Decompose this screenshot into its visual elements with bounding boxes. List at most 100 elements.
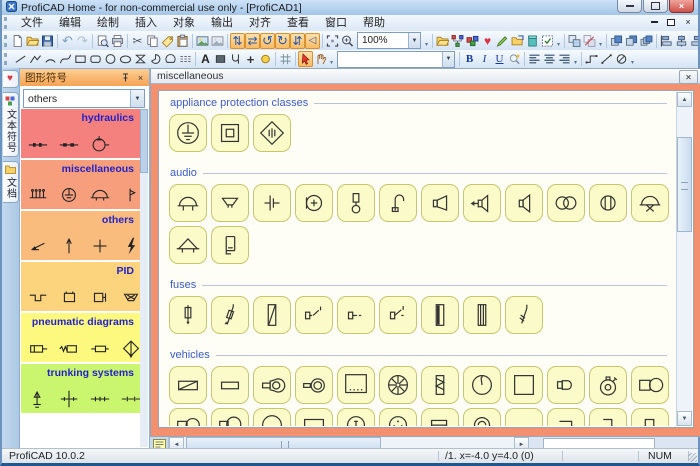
earth-terminal-icon[interactable]	[58, 184, 80, 206]
symbol-button-tank-circle[interactable]	[631, 366, 669, 404]
arrow-up-icon[interactable]	[58, 235, 80, 257]
circle-tool-button[interactable]	[103, 51, 118, 67]
flip-horizontal-button[interactable]: ⇄	[245, 33, 260, 49]
toolbar-overflow-chevron[interactable]: ▾	[629, 52, 636, 66]
symbol-button-fuse-cartridge[interactable]	[463, 296, 501, 334]
symbol-button-fuse-switch-striker[interactable]	[211, 296, 249, 334]
step-line-icon[interactable]	[27, 286, 49, 308]
menu-item-7[interactable]: 对齐	[241, 15, 279, 31]
symbol-button-coupler[interactable]	[253, 366, 291, 404]
group-objects-button[interactable]	[567, 33, 582, 49]
panel-close-icon[interactable]: ×	[134, 71, 147, 84]
symbol-button-fuse-striker[interactable]	[169, 296, 207, 334]
toolbar-overflow-chevron[interactable]: ▾	[328, 52, 335, 66]
node-tool-button[interactable]	[258, 51, 273, 67]
symbol-button-telephone-handset[interactable]	[379, 184, 417, 222]
connection-diagonal-button[interactable]	[599, 51, 614, 67]
symbol-button-fuel-gauge[interactable]	[337, 408, 375, 426]
symbol-button-gauge-small[interactable]	[463, 408, 501, 426]
symbol-button-fuse-switch[interactable]	[379, 296, 417, 334]
category-others[interactable]: others	[21, 211, 140, 260]
menu-item-1[interactable]: 文件	[13, 15, 51, 31]
menu-item-8[interactable]: 查看	[279, 15, 317, 31]
panel-scrollbar[interactable]	[140, 109, 148, 447]
menu-item-3[interactable]: 绘制	[89, 15, 127, 31]
save-file-button[interactable]	[40, 33, 55, 49]
redo-button[interactable]: ↷	[75, 33, 90, 49]
rotate-90-button[interactable]: ⇵	[290, 33, 305, 49]
sidebar-tab-1[interactable]: ♥	[3, 70, 19, 88]
rounded-rectangle-tool-button[interactable]	[88, 51, 103, 67]
symbol-button-junction-box[interactable]	[337, 366, 375, 404]
symbol-button-headphones[interactable]	[547, 184, 585, 222]
rotate-left-button[interactable]: ↺	[260, 33, 275, 49]
symbol-button-clock-gauge[interactable]	[463, 366, 501, 404]
vessel-divided-icon[interactable]	[89, 286, 111, 308]
symbol-button-protection-class-3[interactable]	[253, 114, 291, 152]
pin-icon[interactable]	[119, 71, 132, 84]
undo-button[interactable]: ↶	[60, 33, 75, 49]
funnel-valve-icon[interactable]	[120, 286, 140, 308]
category-pid[interactable]: PID	[21, 262, 140, 311]
symbol-button-intercom[interactable]	[211, 226, 249, 264]
toolbar-overflow-chevron[interactable]: ▾	[555, 34, 562, 48]
menu-item-2[interactable]: 编辑	[51, 15, 89, 31]
pan-hand-tool-button[interactable]	[313, 51, 328, 67]
symbol-button-piezo-sounder[interactable]	[253, 184, 291, 222]
order-objects-button[interactable]	[639, 33, 654, 49]
align-text-left-button[interactable]	[527, 51, 542, 67]
line-tool-button[interactable]	[13, 51, 28, 67]
symbol-edit-button[interactable]	[495, 33, 510, 49]
zoom-in-button[interactable]	[340, 33, 355, 49]
document-close-button[interactable]: ✕	[679, 70, 698, 84]
symbol-button-distributor[interactable]	[379, 408, 417, 426]
bring-to-front-button[interactable]	[609, 33, 624, 49]
menu-item-4[interactable]: 插入	[127, 15, 165, 31]
toolbar-grip[interactable]	[4, 35, 7, 47]
lightning-icon[interactable]	[120, 235, 140, 257]
cylinder-spring-icon[interactable]	[58, 337, 80, 359]
print-button[interactable]	[110, 33, 125, 49]
symbol-button-bell[interactable]	[253, 408, 291, 426]
symbol-search-select[interactable]: ▼	[337, 51, 455, 68]
text-tool-button[interactable]: A	[198, 51, 213, 67]
junction-cross-icon[interactable]	[58, 388, 80, 410]
symbol-button-step-part[interactable]	[589, 408, 627, 426]
toolbar-grip[interactable]	[4, 53, 10, 65]
underline-button-button[interactable]: U	[492, 51, 507, 67]
symbol-button-hood[interactable]	[295, 408, 333, 426]
symbol-button-megaphone[interactable]	[421, 184, 459, 222]
no-connection-button[interactable]	[614, 51, 629, 67]
directional-valve-icon[interactable]	[120, 337, 140, 359]
ungroup-objects-button[interactable]	[582, 33, 597, 49]
cut-button[interactable]: ✂	[130, 33, 145, 49]
terminal-tool-button[interactable]	[228, 51, 243, 67]
new-document-button[interactable]	[10, 33, 25, 49]
mirror-button[interactable]: ◁	[305, 33, 320, 49]
dome-small-icon[interactable]	[89, 184, 111, 206]
vertical-scrollbar[interactable]: ▲ ▼	[676, 92, 692, 426]
connection-line-button[interactable]	[584, 51, 599, 67]
symbol-button-fan[interactable]	[379, 366, 417, 404]
sidebar-tab-3[interactable]: 文档	[3, 161, 19, 203]
symbol-group-select[interactable]: others ▼	[23, 89, 145, 108]
symbol-button-microphone[interactable]	[295, 184, 333, 222]
open-symbol-button[interactable]	[510, 33, 525, 49]
rotate-right-button[interactable]: ↻	[275, 33, 290, 49]
symbol-button-bullet-lamp[interactable]	[547, 366, 585, 404]
select-tool-button[interactable]	[298, 51, 313, 67]
menu-item-9[interactable]: 窗口	[317, 15, 355, 31]
arrow-angle-icon[interactable]	[27, 235, 49, 257]
menu-item-10[interactable]: 帮助	[355, 15, 393, 31]
align-left-objects-button[interactable]	[659, 33, 674, 49]
align-center-objects-button[interactable]	[674, 33, 689, 49]
cable-run-icon[interactable]	[89, 388, 111, 410]
align-right-objects-button[interactable]	[689, 33, 698, 49]
hose-coupling-2-icon[interactable]	[58, 133, 80, 155]
mdi-close-button[interactable]: ×	[681, 16, 695, 28]
busbar-icon[interactable]	[27, 184, 49, 206]
polygon-tool-button[interactable]	[133, 51, 148, 67]
symbol-button-enclosure[interactable]	[505, 366, 543, 404]
menu-item-6[interactable]: 输出	[203, 15, 241, 31]
menu-item-5[interactable]: 对象	[165, 15, 203, 31]
